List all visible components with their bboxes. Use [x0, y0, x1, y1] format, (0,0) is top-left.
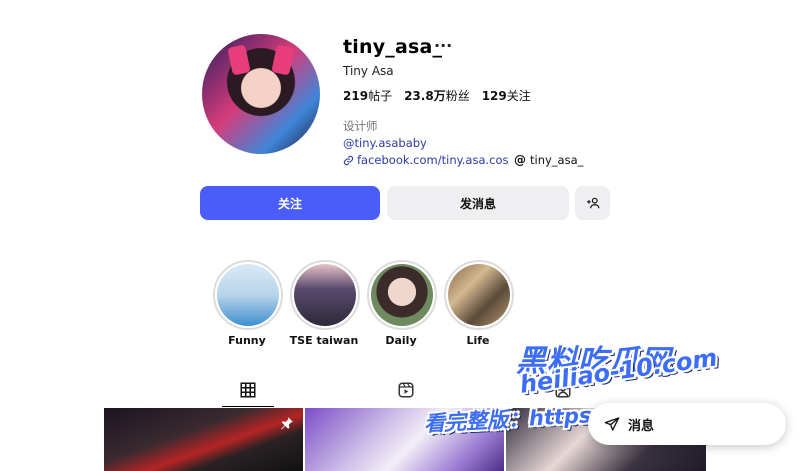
post-thumbnail[interactable]	[104, 408, 303, 471]
profile-avatar[interactable]	[202, 34, 320, 154]
following-label: 关注	[506, 89, 531, 103]
threads-link[interactable]: @ tiny_asa_	[514, 153, 583, 167]
bio-link-text: facebook.com/tiny.asa.cos	[357, 153, 509, 167]
followers-label: 粉丝	[445, 89, 470, 103]
highlight-cover	[448, 264, 510, 326]
messages-label: 消息	[628, 418, 655, 434]
highlight-life[interactable]	[444, 260, 514, 330]
highlight-tse-taiwan[interactable]	[290, 260, 360, 330]
pin-icon	[281, 417, 293, 430]
avatar-decoration	[227, 44, 251, 76]
posts-label: 帖子	[368, 89, 393, 103]
highlight-label: Daily	[385, 334, 417, 347]
add-user-button[interactable]	[575, 186, 610, 220]
bio-category: 设计师	[343, 119, 378, 133]
highlight-label: TSE taiwan	[289, 334, 359, 347]
followers-value: 23.8万	[404, 89, 446, 103]
send-icon	[604, 417, 620, 431]
follow-button[interactable]: 关注	[200, 186, 380, 220]
more-options-icon[interactable]: ···	[434, 36, 452, 55]
highlight-funny[interactable]	[213, 260, 283, 330]
add-user-icon	[586, 197, 599, 209]
profile-stats: 219帖子 23.8万粉丝 129关注	[343, 87, 531, 104]
highlight-cover	[371, 264, 433, 326]
highlight-daily[interactable]	[367, 260, 437, 330]
threads-handle: tiny_asa_	[530, 153, 584, 167]
active-tab-indicator	[222, 406, 274, 407]
message-button[interactable]: 发消息	[387, 186, 569, 220]
highlight-label: Life	[466, 334, 490, 347]
following-value: 129	[481, 89, 507, 103]
threads-icon: @	[514, 153, 526, 167]
reels-icon[interactable]	[397, 381, 415, 399]
posts-grid-icon[interactable]	[239, 381, 257, 399]
highlight-label: Funny	[228, 334, 266, 347]
bio-external-link[interactable]: facebook.com/tiny.asa.cos	[343, 153, 509, 167]
avatar-decoration	[271, 44, 295, 76]
followers-count[interactable]: 23.8万粉丝	[404, 87, 470, 104]
highlight-cover	[294, 264, 356, 326]
posts-value: 219	[343, 89, 369, 103]
profile-full-name: Tiny Asa	[343, 64, 394, 78]
following-count[interactable]: 129关注	[482, 87, 531, 104]
posts-count[interactable]: 219帖子	[343, 87, 392, 104]
link-icon	[343, 155, 354, 165]
profile-username: tiny_asa_	[343, 36, 443, 58]
highlight-cover	[217, 264, 279, 326]
messages-button[interactable]: 消息	[588, 403, 786, 445]
bio-handle-link[interactable]: @tiny.asababy	[343, 136, 427, 150]
